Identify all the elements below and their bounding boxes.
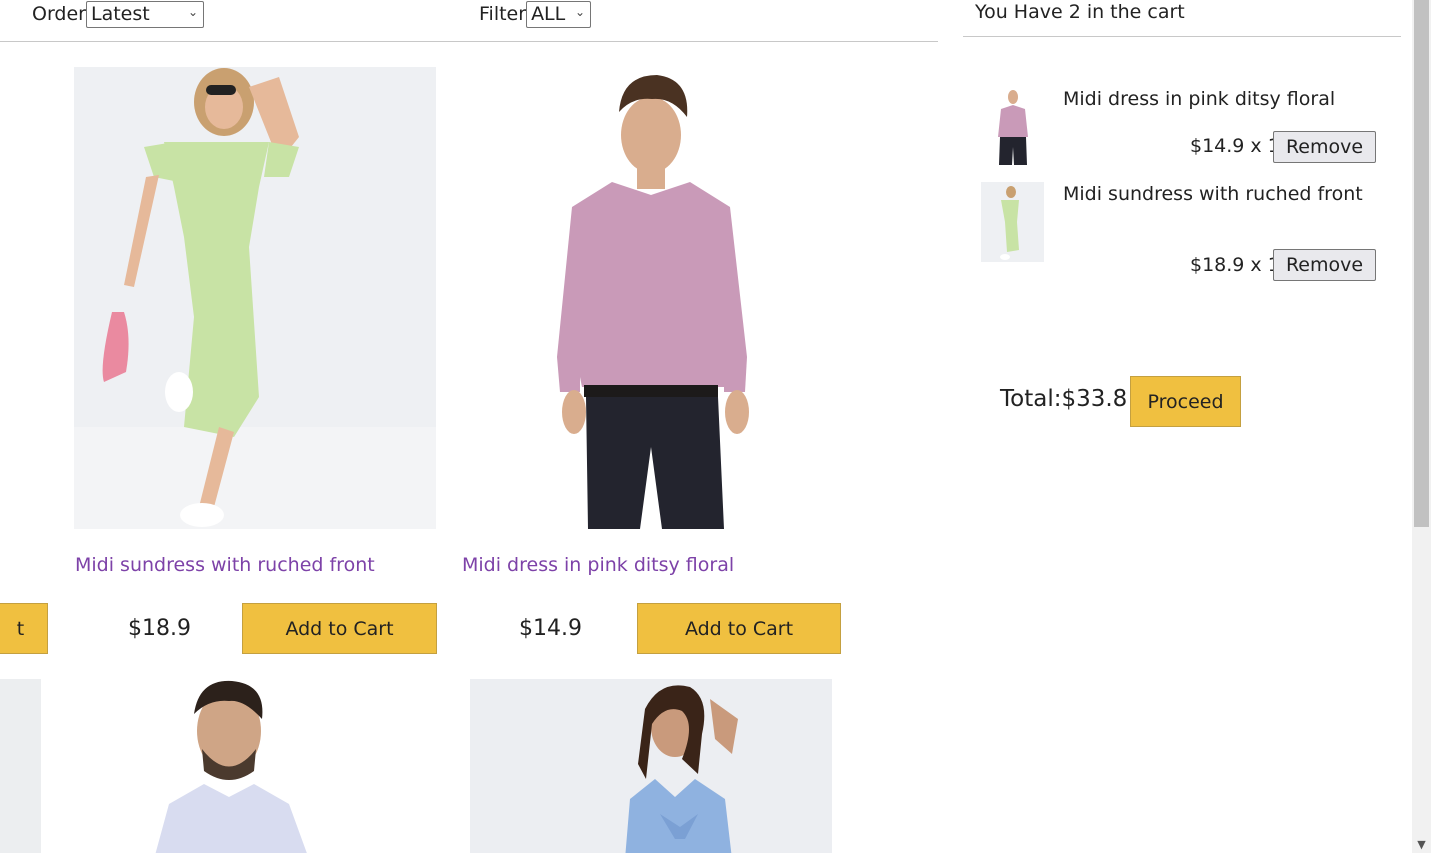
product-title[interactable]: Midi dress in pink ditsy floral [462, 554, 734, 576]
filter-select-value: ALL [531, 3, 566, 25]
cart-item-title: Midi sundress with ruched front [1063, 183, 1363, 205]
product-price: $18.9 [128, 616, 191, 641]
product-price: $14.9 [519, 616, 582, 641]
pink-shirt-thumbnail [998, 90, 1028, 165]
product-title[interactable]: Midi sundress with ruched front [75, 554, 375, 576]
remove-button[interactable]: Remove [1273, 131, 1376, 163]
order-label: Order [32, 3, 86, 25]
cart-panel: You Have 2 in the cart Midi dress in pin… [963, 0, 1401, 853]
proceed-button[interactable]: Proceed [1130, 376, 1241, 427]
scrollbar[interactable]: ▼ [1412, 0, 1431, 853]
sundress-thumbnail [981, 182, 1044, 262]
order-filter: Order Latest ⌄ [32, 0, 204, 28]
remove-button[interactable]: Remove [1273, 249, 1376, 281]
cart-item-thumbnail [981, 87, 1044, 167]
add-to-cart-button[interactable]: Add to Cart [637, 603, 841, 654]
filter-label: Filter [479, 3, 527, 25]
cart-item-price: $18.9 x 1 [1190, 254, 1280, 276]
cart-header: You Have 2 in the cart [963, 0, 1401, 37]
product-image-partial[interactable] [0, 679, 41, 853]
order-select-value: Latest [91, 3, 150, 25]
scrollbar-thumb[interactable] [1414, 0, 1429, 527]
add-to-cart-button-partial[interactable]: t [0, 603, 48, 654]
order-select[interactable]: Latest ⌄ [86, 0, 204, 28]
filter-select[interactable]: ALL ⌄ [526, 0, 592, 28]
product-image[interactable] [74, 67, 436, 529]
cart-item: Midi sundress with ruched front $18.9 x … [981, 182, 1381, 282]
type-filter: Filter ALL ⌄ [479, 0, 592, 28]
cart-item-title: Midi dress in pink ditsy floral [1063, 88, 1336, 110]
cart-item-thumbnail [981, 182, 1044, 262]
chevron-down-icon: ⌄ [575, 4, 586, 19]
product-image[interactable] [470, 679, 832, 853]
product-image[interactable] [462, 67, 840, 529]
blue-dress-photo [470, 679, 832, 853]
chevron-down-icon: ⌄ [187, 4, 198, 19]
product-list: l t Midi sundress with ruched front $1 [0, 42, 938, 853]
pink-shirt-photo [462, 67, 840, 529]
add-to-cart-button[interactable]: Add to Cart [242, 603, 437, 654]
product-image[interactable] [74, 679, 436, 853]
sundress-photo [74, 67, 436, 529]
product-title-partial[interactable]: l [0, 554, 1, 576]
scroll-down-arrow-icon[interactable]: ▼ [1412, 837, 1431, 853]
cart-item-price: $14.9 x 1 [1190, 135, 1280, 157]
filter-bar: Order Latest ⌄ Filter ALL ⌄ [0, 0, 938, 42]
cart-item: Midi dress in pink ditsy floral $14.9 x … [981, 87, 1381, 167]
light-shirt-photo [74, 679, 436, 853]
cart-total: Total:$33.8 [1000, 386, 1128, 412]
